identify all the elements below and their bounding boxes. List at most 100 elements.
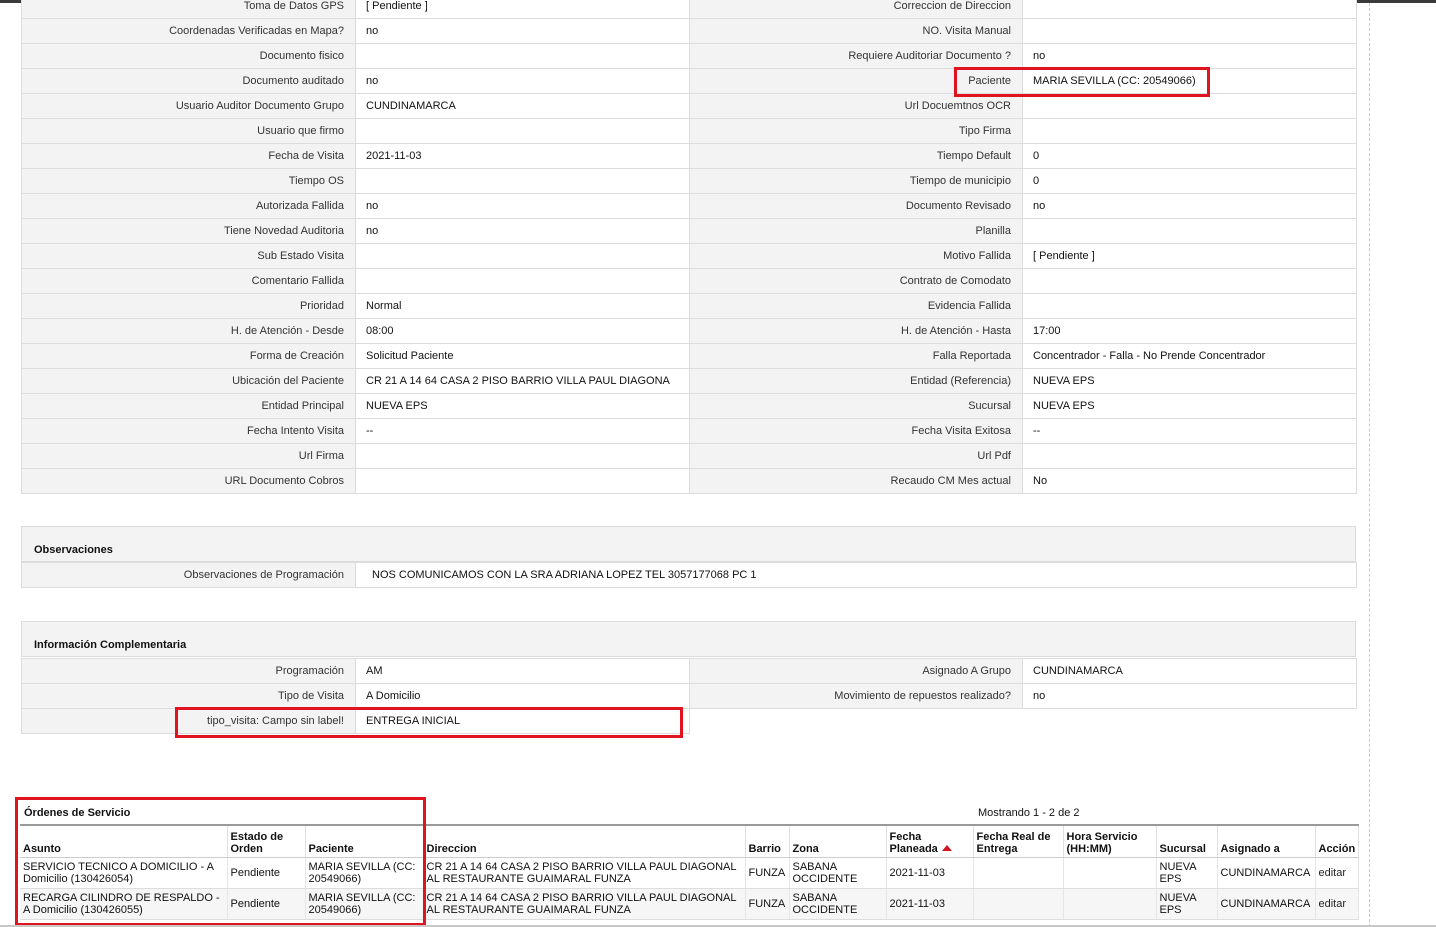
detail-row: Tiene Novedad Auditoria no Planilla xyxy=(21,218,1357,244)
field-value: 2021-11-03 xyxy=(355,143,690,169)
field-value xyxy=(355,443,690,469)
orders-header-row: Asunto Estado de Orden Paciente Direccio… xyxy=(20,824,1359,858)
field-label: Usuario que firmo xyxy=(21,118,356,144)
column-hora-servicio[interactable]: Hora Servicio (HH:MM) xyxy=(1063,824,1157,858)
detail-row: Fecha de Visita 2021-11-03 Tiempo Default 0 xyxy=(21,143,1357,169)
field-label: Motivo Fallida xyxy=(689,243,1023,269)
field-value: MARIA SEVILLA (CC: 20549066) xyxy=(1022,68,1357,94)
field-value xyxy=(355,168,690,194)
field-label: Url Firma xyxy=(21,443,356,469)
table-row[interactable]: RECARGA CILINDRO DE RESPALDO - A Domicil… xyxy=(20,888,1359,920)
cell-direccion: CR 21 A 14 64 CASA 2 PISO BARRIO VILLA P… xyxy=(423,888,746,920)
column-label: Fecha Planeada xyxy=(889,830,938,855)
field-label: Ubicación del Paciente xyxy=(21,368,356,394)
cell-estado: Pendiente xyxy=(227,888,306,920)
observaciones-value: NOS COMUNICAMOS CON LA SRA ADRIANA LOPEZ… xyxy=(355,562,1357,588)
column-sucursal[interactable]: Sucursal xyxy=(1156,824,1218,858)
orders-title: Órdenes de Servicio xyxy=(24,807,131,819)
field-label: Url Pdf xyxy=(689,443,1023,469)
field-label: Documento auditado xyxy=(21,68,356,94)
column-fecha-planeada[interactable]: Fecha Planeada xyxy=(886,824,974,858)
cell-fecha-real xyxy=(973,888,1064,920)
column-fecha-real[interactable]: Fecha Real de Entrega xyxy=(973,824,1064,858)
column-direccion[interactable]: Direccion xyxy=(423,824,746,858)
field-label: Planilla xyxy=(689,218,1023,244)
cell-asignado: CUNDINAMARCA xyxy=(1217,857,1316,889)
column-asignado[interactable]: Asignado a xyxy=(1217,824,1316,858)
field-value: CR 21 A 14 64 CASA 2 PISO BARRIO VILLA P… xyxy=(355,368,690,394)
edit-link[interactable]: editar xyxy=(1319,898,1347,910)
field-value: 17:00 xyxy=(1022,318,1357,344)
column-label: Asunto xyxy=(23,842,61,855)
column-label: Asignado a xyxy=(1220,842,1280,855)
cell-paciente: MARIA SEVILLA (CC: 20549066) xyxy=(305,857,424,889)
sort-asc-icon xyxy=(941,844,952,851)
field-value xyxy=(1022,93,1357,119)
detail-row: Coordenadas Verificadas en Mapa? no NO. Vi… xyxy=(21,18,1357,44)
detail-row: H. de Atención - Desde 08:00 H. de Atenció… xyxy=(21,318,1357,344)
detail-row: URL Documento Cobros Recaudo CM Mes actua… xyxy=(21,468,1357,494)
empty-cell xyxy=(1022,708,1357,734)
complementaria-header: Información Complementaria xyxy=(21,621,1356,657)
field-label: Sucursal xyxy=(689,393,1023,419)
detail-row: Prioridad Normal Evidencia Fallida xyxy=(21,293,1357,319)
detail-row: Url Firma Url Pdf xyxy=(21,443,1357,469)
field-value: no xyxy=(355,193,690,219)
field-label: Asignado A Grupo xyxy=(689,658,1023,684)
cell-barrio: FUNZA xyxy=(745,888,790,920)
field-label: Paciente xyxy=(689,68,1023,94)
column-label: Estado de Orden xyxy=(230,830,284,855)
field-label: H. de Atención - Desde xyxy=(21,318,356,344)
field-value: no xyxy=(355,18,690,44)
observaciones-table: Observaciones de Programación NOS COMUNI… xyxy=(21,562,1357,588)
column-paciente[interactable]: Paciente xyxy=(305,824,424,858)
detail-row: Autorizada Fallida no Documento Revisado no xyxy=(21,193,1357,219)
field-value: No xyxy=(1022,468,1357,494)
edit-link[interactable]: editar xyxy=(1319,867,1347,879)
orders-count: Mostrando 1 - 2 de 2 xyxy=(978,807,1080,819)
field-value: NUEVA EPS xyxy=(1022,393,1357,419)
column-label: Hora Servicio (HH:MM) xyxy=(1066,830,1138,855)
column-barrio[interactable]: Barrio xyxy=(745,824,790,858)
field-value: -- xyxy=(1022,418,1357,444)
field-value: [ Pendiente ] xyxy=(1022,243,1357,269)
column-label: Direccion xyxy=(426,842,477,855)
cell-accion: editar xyxy=(1315,888,1359,920)
field-label: Fecha de Visita xyxy=(21,143,356,169)
field-label: URL Documento Cobros xyxy=(21,468,356,494)
column-label: Sucursal xyxy=(1159,842,1206,855)
detail-row: Comentario Fallida Contrato de Comodato xyxy=(21,268,1357,294)
field-value: no xyxy=(355,218,690,244)
column-estado[interactable]: Estado de Orden xyxy=(227,824,306,858)
detail-row: Documento fisico Requiere Auditoriar Docu… xyxy=(21,43,1357,69)
field-value: -- xyxy=(355,418,690,444)
field-label: Fecha Intento Visita xyxy=(21,418,356,444)
cell-fecha-planeada: 2021-11-03 xyxy=(886,857,974,889)
field-label: tipo_visita: Campo sin label! xyxy=(21,708,356,734)
field-value: CUNDINAMARCA xyxy=(1022,658,1357,684)
field-label: Tiene Novedad Auditoria xyxy=(21,218,356,244)
field-value xyxy=(355,268,690,294)
cell-paciente: MARIA SEVILLA (CC: 20549066) xyxy=(305,888,424,920)
table-row[interactable]: SERVICIO TECNICO A DOMICILIO - A Domicil… xyxy=(20,857,1359,889)
field-label: Entidad Principal xyxy=(21,393,356,419)
column-zona[interactable]: Zona xyxy=(789,824,887,858)
field-label: Documento fisico xyxy=(21,43,356,69)
field-value xyxy=(1022,443,1357,469)
field-value: no xyxy=(1022,43,1357,69)
field-label: NO. Visita Manual xyxy=(689,18,1023,44)
field-value xyxy=(1022,218,1357,244)
cell-asignado: CUNDINAMARCA xyxy=(1217,888,1316,920)
column-asunto[interactable]: Asunto xyxy=(20,824,228,858)
field-value xyxy=(355,43,690,69)
cell-accion: editar xyxy=(1315,857,1359,889)
field-value xyxy=(1022,118,1357,144)
cell-asunto: RECARGA CILINDRO DE RESPALDO - A Domicil… xyxy=(20,888,228,920)
page-divider xyxy=(1369,3,1370,927)
field-value: NUEVA EPS xyxy=(1022,368,1357,394)
observaciones-header: Observaciones xyxy=(21,526,1356,562)
detail-row: Ubicación del Paciente CR 21 A 14 64 CASA… xyxy=(21,368,1357,394)
field-value: no xyxy=(1022,683,1357,709)
field-value xyxy=(1022,268,1357,294)
field-label: Tipo de Visita xyxy=(21,683,356,709)
